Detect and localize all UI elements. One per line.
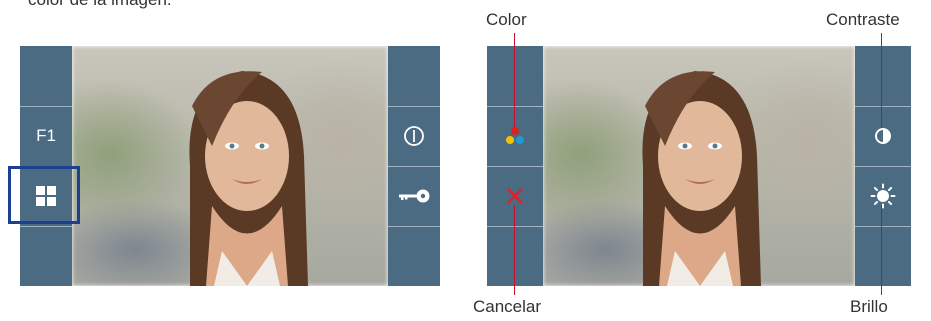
video-feed — [72, 46, 388, 286]
right-panel-empty-slot[interactable] — [855, 226, 911, 286]
callout-line-color — [514, 33, 515, 128]
callout-label-cancelar: Cancelar — [473, 297, 542, 316]
monitor-screen-main: F1 — [8, 46, 440, 286]
brightness-button[interactable] — [855, 166, 911, 227]
door-release-button[interactable] — [388, 166, 440, 227]
cancel-x-icon — [507, 188, 523, 204]
callout-line-brillo — [881, 205, 882, 295]
face-image — [189, 71, 308, 286]
color-button[interactable] — [487, 106, 543, 167]
f1-label: F1 — [36, 126, 56, 145]
left-panel-empty-slot[interactable] — [20, 46, 72, 107]
caption-text: color de la imagen. — [28, 0, 172, 10]
callout-label-color: Color — [486, 10, 527, 29]
right-panel-empty-slot[interactable] — [388, 226, 440, 286]
right-panel-empty-slot[interactable] — [388, 46, 440, 107]
f1-button[interactable]: F1 — [20, 106, 72, 167]
face-image — [642, 71, 761, 286]
callout-label-contraste: Contraste — [826, 10, 900, 29]
callout-line-cancelar — [514, 205, 515, 295]
power-button[interactable] — [388, 106, 440, 167]
monitor-screen-image-settings — [487, 46, 911, 286]
contrast-button[interactable] — [855, 106, 911, 167]
color-dots-icon — [506, 127, 524, 144]
right-panel-empty-slot[interactable] — [855, 46, 911, 107]
callout-line-contraste — [881, 33, 882, 128]
right-button-panel — [855, 46, 911, 286]
cancel-button[interactable] — [487, 166, 543, 227]
left-button-panel — [487, 46, 543, 286]
contrast-icon — [875, 128, 891, 144]
power-icon — [404, 126, 424, 146]
key-icon — [399, 189, 430, 203]
brightness-icon — [870, 183, 896, 209]
left-panel-empty-slot[interactable] — [487, 46, 543, 107]
selection-highlight — [8, 166, 80, 224]
left-panel-empty-slot[interactable] — [20, 226, 72, 286]
right-button-panel — [388, 46, 440, 286]
left-panel-empty-slot[interactable] — [487, 226, 543, 286]
video-feed — [543, 46, 855, 286]
callout-label-brillo: Brillo — [850, 297, 888, 316]
